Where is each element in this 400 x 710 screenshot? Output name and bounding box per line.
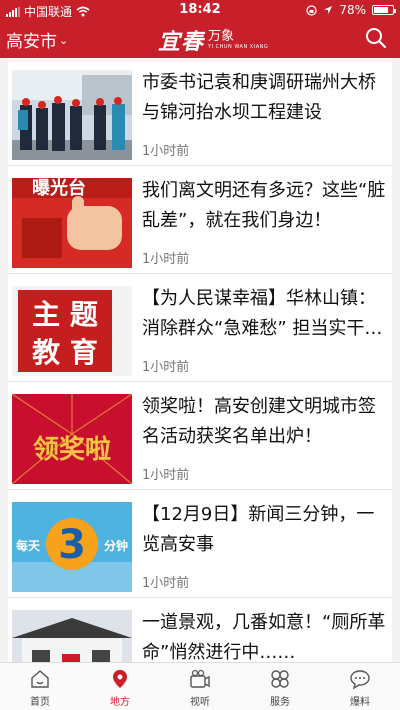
news-title: 我们离文明还有多远？这些“脏乱差”，就在我们身边！ <box>142 180 386 231</box>
status-bar: 中国联通 18:42 78% <box>0 0 400 20</box>
home-icon <box>31 670 49 688</box>
thumb-number: 3 <box>58 522 86 568</box>
news-title: 市委书记袁和庚调研瑞州大桥与锦河抬水坝工程建设 <box>142 72 376 123</box>
tab-tips[interactable]: 爆料 <box>320 663 400 710</box>
news-title: 【为人民谋幸福】华林山镇：消除群众“急难愁” 担当实干… <box>142 288 383 339</box>
battery-icon <box>372 5 396 15</box>
news-thumbnail: 主 题 教 育 <box>12 286 132 376</box>
logo-sub-group: 万象 YI CHUN WAN XIANG <box>208 30 268 50</box>
thumb-text: 曝光台 <box>32 178 86 199</box>
city-selector[interactable]: 高安市 ⌄ <box>6 27 68 52</box>
search-icon <box>366 28 387 49</box>
tab-label: 爆料 <box>350 697 370 708</box>
chat-icon <box>350 670 370 690</box>
news-item[interactable]: 3 每天 分钟 【12月9日】新闻三分钟，一览高安事 1小时前 <box>8 490 392 598</box>
tab-local[interactable]: 地方 <box>80 663 160 710</box>
location-arrow-icon <box>324 6 333 14</box>
rotation-lock-icon <box>306 4 317 16</box>
news-time: 1小时前 <box>142 576 190 591</box>
news-feed[interactable]: 市委书记袁和庚调研瑞州大桥与锦河抬水坝工程建设 1小时前 曝光台 我们离文明还有… <box>0 58 400 662</box>
news-time: 1小时前 <box>142 360 190 375</box>
news-time: 1小时前 <box>142 144 190 159</box>
news-thumbnail: 曝光台 <box>12 178 132 268</box>
services-icon <box>271 670 289 688</box>
logo-en: YI CHUN WAN XIANG <box>208 44 269 50</box>
news-thumbnail: 3 每天 分钟 <box>12 502 132 592</box>
app-logo: 宜春 万象 YI CHUN WAN XIANG <box>158 24 268 56</box>
thumb-right: 分钟 <box>104 538 128 553</box>
news-thumbnail <box>12 610 132 662</box>
battery-fill <box>374 7 389 13</box>
bottom-tab-bar: 首页 地方 视听 服务 爆料 <box>0 662 400 710</box>
news-item[interactable]: 一道景观，几番如意！“厕所革命”悄然进行中…… <box>8 598 392 662</box>
tab-label: 服务 <box>270 697 290 708</box>
logo-main: 宜春 <box>158 29 205 55</box>
news-time: 1小时前 <box>142 252 190 267</box>
tab-video[interactable]: 视听 <box>160 663 240 710</box>
tab-home[interactable]: 首页 <box>0 663 80 710</box>
city-label: 高安市 <box>6 32 57 52</box>
news-title: 领奖啦！高安创建文明城市签名活动获奖名单出炉！ <box>142 396 376 447</box>
news-item[interactable]: 市委书记袁和庚调研瑞州大桥与锦河抬水坝工程建设 1小时前 <box>8 58 392 166</box>
thumb-line-2: 教 育 <box>32 336 98 369</box>
battery-percent: 78% <box>339 3 366 17</box>
location-icon <box>113 670 127 688</box>
thumb-left: 每天 <box>16 538 41 553</box>
news-item[interactable]: 主 题 教 育 【为人民谋幸福】华林山镇：消除群众“急难愁” 担当实干… 1小时… <box>8 274 392 382</box>
chevron-down-icon: ⌄ <box>59 34 69 47</box>
tab-label: 视听 <box>190 697 210 708</box>
news-title: 【12月9日】新闻三分钟，一览高安事 <box>142 504 375 555</box>
thumb-line-1: 主 题 <box>32 298 98 331</box>
news-item[interactable]: 领奖啦 领奖啦！高安创建文明城市签名活动获奖名单出炉！ 1小时前 <box>8 382 392 490</box>
tab-label: 首页 <box>30 697 50 708</box>
news-title: 一道景观，几番如意！“厕所革命”悄然进行中…… <box>142 612 386 662</box>
news-list: 市委书记袁和庚调研瑞州大桥与锦河抬水坝工程建设 1小时前 曝光台 我们离文明还有… <box>8 58 392 662</box>
video-icon <box>190 669 210 688</box>
logo-sub: 万象 <box>208 29 235 44</box>
news-time: 1小时前 <box>142 468 190 483</box>
search-button[interactable] <box>364 26 388 50</box>
tab-services[interactable]: 服务 <box>240 663 320 710</box>
tab-label: 地方 <box>110 697 130 708</box>
news-item[interactable]: 曝光台 我们离文明还有多远？这些“脏乱差”，就在我们身边！ 1小时前 <box>8 166 392 274</box>
thumb-text: 领奖啦 <box>33 434 111 465</box>
status-right: 78% <box>306 3 396 17</box>
news-thumbnail <box>12 70 132 160</box>
nav-bar: 高安市 ⌄ 宜春 万象 YI CHUN WAN XIANG <box>0 20 400 58</box>
news-thumbnail: 领奖啦 <box>12 394 132 484</box>
